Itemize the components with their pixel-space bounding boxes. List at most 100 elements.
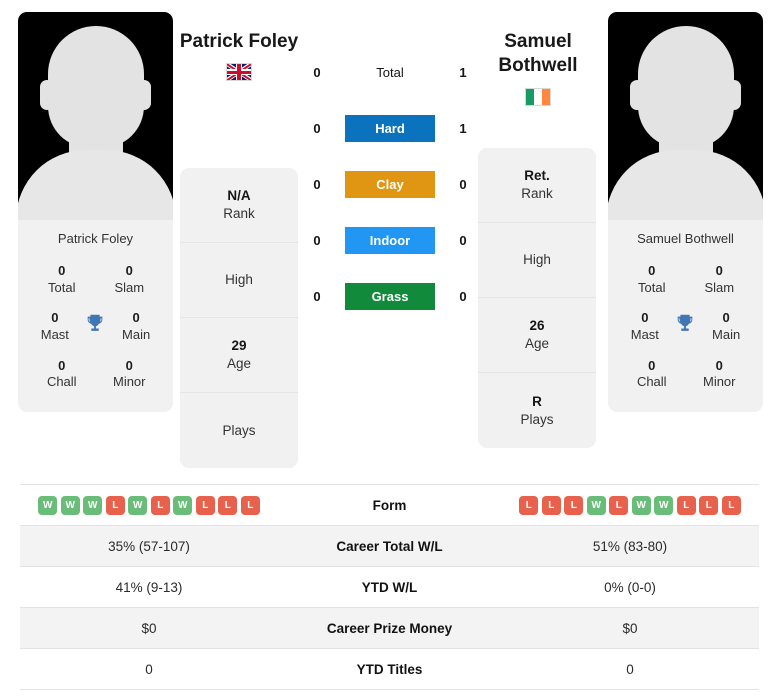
title-label: Total <box>48 279 76 295</box>
player-card-right[interactable]: Samuel Bothwell 0 Total 0 Slam 0 Mast 0 … <box>608 12 763 412</box>
title-cell-slam: 0 Slam <box>693 263 745 296</box>
stat-value-right: 51% (83-80) <box>592 538 668 554</box>
title-cell-main: 0 Main <box>110 310 162 343</box>
titles-row: 0 Chall 0 Minor <box>18 351 173 398</box>
title-cell-total: 0 Total <box>626 263 678 296</box>
surface-badge-total: Total <box>376 64 404 80</box>
title-cell-chall: 0 Chall <box>626 358 678 391</box>
title-label: Slam <box>114 279 145 295</box>
titles-grid-right: 0 Total 0 Slam 0 Mast 0 Main 0 Chall 0 M… <box>608 252 763 412</box>
titles-grid-left: 0 Total 0 Slam 0 Mast 0 Main 0 Chall 0 M… <box>18 252 173 412</box>
player-card-name-left: Patrick Foley <box>57 231 134 246</box>
title-label: Chall <box>636 374 667 390</box>
info-row-plays: R Plays <box>478 373 596 448</box>
title-label: Minor <box>112 374 146 390</box>
form-chip-loss: L <box>218 495 238 515</box>
form-chip-win: W <box>128 495 148 515</box>
surface-left-value: 0 <box>313 288 321 304</box>
title-value: 0 <box>51 310 59 326</box>
titles-row: 0 Total 0 Slam <box>608 256 763 303</box>
row-label: YTD Titles <box>356 661 423 677</box>
info-label: Rank <box>521 186 553 201</box>
row-label: Career Total W/L <box>336 538 443 554</box>
form-chip-win: W <box>654 495 674 515</box>
info-row-high: High <box>478 223 596 298</box>
title-cell-main: 0 Main <box>700 310 752 343</box>
surface-badge-clay: Clay <box>345 170 435 198</box>
table-row-career-total-wl: 35% (57-107) Career Total W/L 51% (83-80… <box>20 525 759 567</box>
form-chip-loss: L <box>676 495 696 515</box>
title-value: 0 <box>722 310 730 326</box>
player-name-block-right: Samuel Bothwell <box>468 30 608 106</box>
info-label: Rank <box>223 206 255 221</box>
surface-row-clay: 0 Clay 0 <box>307 170 473 198</box>
surface-left-value: 0 <box>313 120 321 136</box>
silhouette-ear-right-icon <box>727 80 741 110</box>
form-chip-loss: L <box>609 495 629 515</box>
page-title-left: Patrick Foley <box>179 31 299 52</box>
form-strip-left: WWWLWLWLLL <box>20 495 278 515</box>
gb-flag-icon <box>226 63 252 82</box>
player-info-panel-right: Ret. Rank High 26 Age R Plays <box>478 148 596 448</box>
silhouette-ear-left-icon <box>40 80 54 110</box>
info-label: Plays <box>520 411 554 427</box>
surface-badge-hard: Hard <box>345 114 435 142</box>
form-chip-loss: L <box>195 495 215 515</box>
surface-right-value: 1 <box>459 120 467 136</box>
trophy-icon <box>672 310 698 334</box>
surface-left-value: 0 <box>313 176 321 192</box>
info-label: Plays <box>222 422 256 438</box>
form-chip-loss: L <box>240 495 260 515</box>
titles-row: 0 Mast 0 Main <box>18 303 173 350</box>
titles-row: 0 Chall 0 Minor <box>608 351 763 398</box>
player-card-name-right: Samuel Bothwell <box>637 231 734 246</box>
title-cell-total: 0 Total <box>36 263 88 296</box>
player-comparison-page: Patrick Foley 0 Total 0 Slam 0 Mast 0 Ma… <box>0 0 779 699</box>
title-label: Slam <box>704 279 735 295</box>
form-chip-win: W <box>586 495 606 515</box>
info-row-high: High <box>180 243 298 318</box>
player-card-left[interactable]: Patrick Foley 0 Total 0 Slam 0 Mast 0 Ma… <box>18 12 173 412</box>
form-strip-right: LLLWLWWLLL <box>501 495 759 515</box>
silhouette-ear-left-icon <box>630 80 644 110</box>
info-label: High <box>523 252 551 268</box>
titles-row: 0 Mast 0 Main <box>608 303 763 350</box>
silhouette-body-icon <box>18 150 173 220</box>
title-cell-mast: 0 Mast <box>619 310 671 343</box>
title-cell-minor: 0 Minor <box>693 358 745 391</box>
info-value: 29 <box>231 338 247 354</box>
title-cell-slam: 0 Slam <box>103 263 155 296</box>
form-chip-win: W <box>173 495 193 515</box>
trophy-icon <box>82 310 108 334</box>
surface-row-grass: 0 Grass 0 <box>307 282 473 310</box>
info-row-rank: Ret. Rank <box>478 148 596 223</box>
silhouette-ear-right-icon <box>137 80 151 110</box>
form-chip-loss: L <box>564 495 584 515</box>
surface-comparison-column: 0 Total 1 0 Hard 1 0 Clay 0 0 Indoor 0 0 <box>307 58 473 310</box>
stat-value-left: 41% (9-13) <box>115 579 183 595</box>
stat-value-left: 0 <box>145 661 153 677</box>
surface-badge-indoor: Indoor <box>345 226 435 254</box>
form-chip-loss: L <box>721 495 741 515</box>
info-value: N/A <box>227 188 251 204</box>
form-cell-right: LLLWLWWLLL <box>501 485 759 526</box>
form-cell-left: WWWLWLWLLL <box>20 485 278 526</box>
row-label: Career Prize Money <box>326 620 453 636</box>
comparison-header-area: Patrick Foley 0 Total 0 Slam 0 Mast 0 Ma… <box>0 0 779 480</box>
stat-value-right: $0 <box>622 620 638 636</box>
stat-value-left: $0 <box>141 620 157 636</box>
surface-row-hard: 0 Hard 1 <box>307 114 473 142</box>
title-cell-mast: 0 Mast <box>29 310 81 343</box>
title-value: 0 <box>641 310 649 326</box>
surface-row-indoor: 0 Indoor 0 <box>307 226 473 254</box>
title-cell-minor: 0 Minor <box>103 358 155 391</box>
comparison-stats-table: WWWLWLWLLL Form LLLWLWWLLL 35% (57-107) … <box>20 484 759 690</box>
page-title-right: Samuel Bothwell <box>498 31 578 77</box>
table-row-ytd-titles: 0 YTD Titles 0 <box>20 648 759 690</box>
info-row-age: 26 Age <box>478 298 596 373</box>
player-name-block-left: Patrick Foley <box>169 30 309 82</box>
row-label: YTD W/L <box>361 579 418 595</box>
stat-value-right: 0% (0-0) <box>604 579 656 595</box>
title-label: Main <box>712 326 741 342</box>
title-label: Mast <box>630 326 659 342</box>
